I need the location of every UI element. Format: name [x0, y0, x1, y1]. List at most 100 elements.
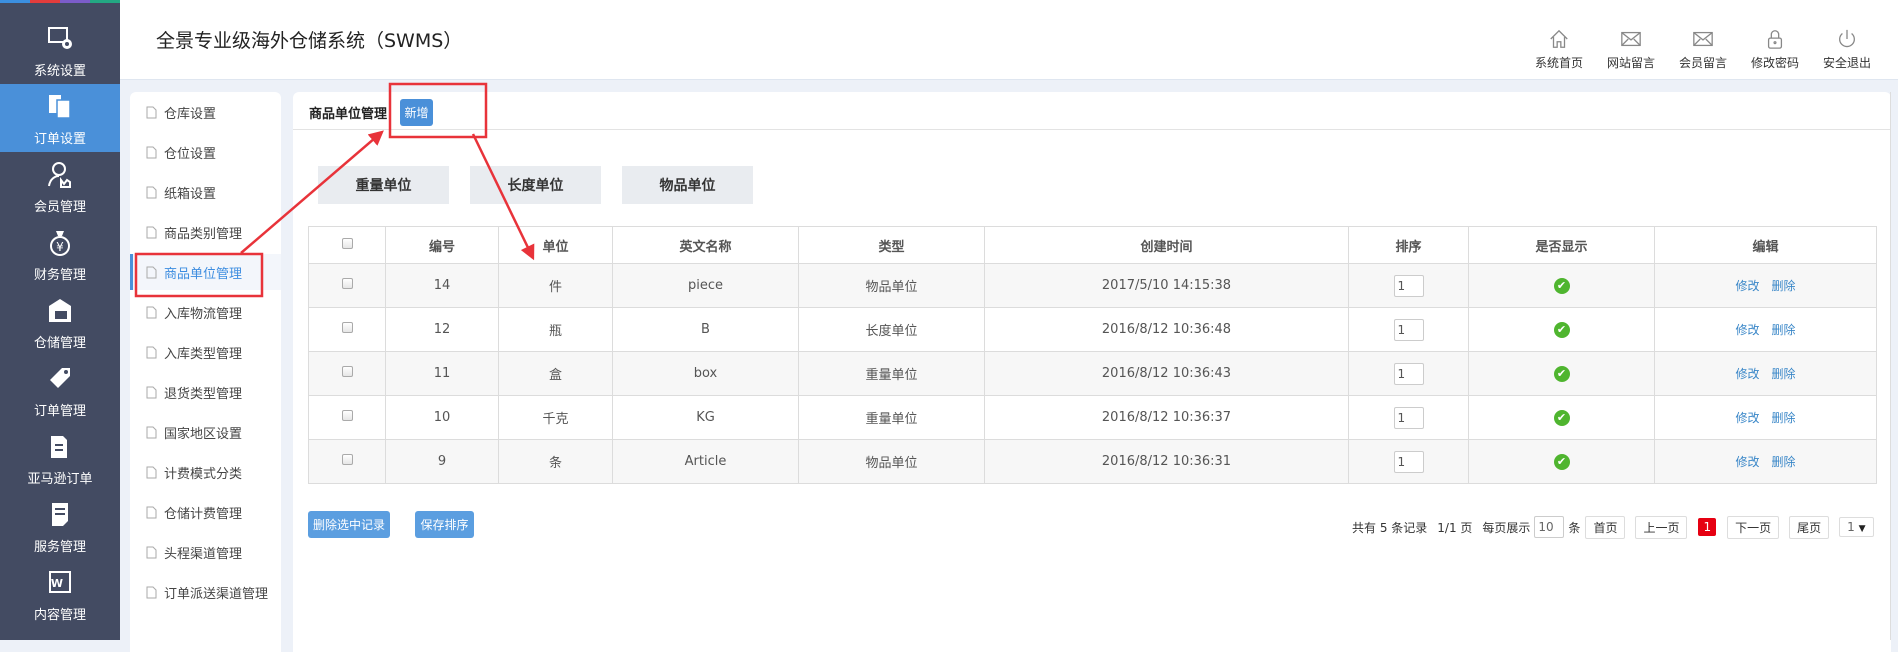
sort-input[interactable]: 1	[1393, 362, 1424, 385]
delete-selected-button[interactable]: 删除选中记录	[308, 511, 390, 538]
submenu-item[interactable]: 国家地区设置	[130, 414, 281, 450]
edit-link[interactable]: 修改	[1735, 323, 1759, 337]
money-bag-icon: ¥	[50, 231, 70, 256]
file-icon	[146, 426, 157, 438]
delete-link[interactable]: 删除	[1772, 455, 1796, 469]
row-checkbox[interactable]	[341, 454, 353, 465]
submenu-item[interactable]: 仓库设置	[130, 94, 281, 130]
check-circle-icon[interactable]: ✔	[1553, 277, 1570, 294]
cell-type: 物品单位	[798, 439, 985, 484]
toolbar-button[interactable]: 网站留言	[1598, 28, 1664, 71]
submenu-item-label: 计费模式分类	[164, 466, 243, 482]
sidebar-item-label: 订单管理	[33, 404, 86, 419]
first-page-button[interactable]: 首页	[1585, 515, 1626, 539]
current-page[interactable]: 1	[1698, 518, 1717, 536]
select-all-checkbox[interactable]	[341, 237, 353, 249]
table-row: 14 件 piece 物品单位 2017/5/10 14:15:38 1 ✔ 修改 删除	[308, 263, 1877, 308]
sidebar-item[interactable]: 会员管理	[0, 152, 120, 220]
sidebar-item[interactable]: 系统设置	[0, 16, 120, 84]
check-circle-icon[interactable]: ✔	[1553, 365, 1570, 382]
home-icon	[1550, 29, 1568, 48]
sidebar-item[interactable]: 亚马逊订单	[0, 424, 120, 492]
documents-icon	[49, 95, 71, 119]
submenu-item-label: 入库物流管理	[164, 306, 243, 322]
file-icon	[146, 226, 157, 238]
sidebar-item[interactable]: 服务管理	[0, 492, 120, 560]
sidebar-item[interactable]: ¥ 财务管理	[0, 220, 120, 288]
edit-link[interactable]: 修改	[1735, 367, 1759, 381]
chevron-down-icon: ▼	[1858, 524, 1866, 534]
col-header: 英文名称	[612, 226, 799, 264]
cell-unit: 千克	[498, 395, 613, 440]
toolbar-label: 修改密码	[1750, 56, 1799, 70]
user-icon	[48, 162, 71, 188]
file-icon	[146, 546, 157, 558]
delete-link[interactable]: 删除	[1772, 367, 1796, 381]
row-checkbox[interactable]	[341, 322, 353, 333]
edit-link[interactable]: 修改	[1735, 455, 1759, 469]
submenu-item[interactable]: 计费模式分类	[130, 454, 281, 490]
per-page-unit: 条	[1568, 520, 1581, 535]
row-checkbox[interactable]	[341, 366, 353, 377]
next-page-button[interactable]: 下一页	[1727, 515, 1780, 539]
prev-page-button[interactable]: 上一页	[1635, 515, 1688, 539]
sidebar-item[interactable]: 仓储管理	[0, 288, 120, 356]
delete-link[interactable]: 删除	[1772, 323, 1796, 337]
col-header: 排序	[1348, 226, 1469, 264]
page-select[interactable]: 1 ▼	[1839, 517, 1874, 537]
submenu-item-label: 入库类型管理	[164, 346, 243, 362]
file-icon	[146, 586, 157, 598]
check-circle-icon[interactable]: ✔	[1553, 321, 1570, 338]
file-icon	[146, 346, 157, 358]
cell-type: 重量单位	[798, 395, 985, 440]
sidebar-item[interactable]: 订单管理	[0, 356, 120, 424]
row-checkbox[interactable]	[341, 410, 353, 421]
submenu-item-label: 仓位设置	[164, 146, 217, 162]
submenu-item[interactable]: 商品单位管理	[130, 254, 281, 290]
sidebar-item[interactable]: W 内容管理	[0, 560, 120, 628]
sidebar-item-label: 会员管理	[33, 200, 86, 215]
submenu-item[interactable]: 退货类型管理	[130, 374, 281, 410]
row-checkbox[interactable]	[341, 278, 353, 289]
submenu-item[interactable]: 订单派送渠道管理	[130, 574, 281, 610]
cell-id: 12	[385, 307, 499, 352]
delete-link[interactable]: 删除	[1772, 411, 1796, 425]
toolbar-button[interactable]: 修改密码	[1742, 28, 1808, 71]
tab-length-unit[interactable]: 长度单位	[470, 166, 601, 204]
file-icon	[146, 106, 157, 118]
submenu-item[interactable]: 入库类型管理	[130, 334, 281, 370]
submenu-item[interactable]: 入库物流管理	[130, 294, 281, 330]
cell-unit: 盒	[498, 351, 613, 396]
submenu-item[interactable]: 仓储计费管理	[130, 494, 281, 530]
cell-id: 9	[385, 439, 499, 484]
submenu-item[interactable]: 纸箱设置	[130, 174, 281, 210]
toolbar-button[interactable]: 安全退出	[1814, 28, 1880, 71]
sort-input[interactable]: 1	[1393, 450, 1424, 473]
table-row: 9 条 Article 物品单位 2016/8/12 10:36:31 1 ✔ 修改 删除	[308, 439, 1877, 484]
toolbar-button[interactable]: 会员留言	[1670, 28, 1736, 71]
sort-input[interactable]: 1	[1393, 318, 1424, 341]
delete-link[interactable]: 删除	[1772, 279, 1796, 293]
toolbar-button[interactable]: 系统首页	[1526, 28, 1592, 71]
sort-input[interactable]: 1	[1393, 274, 1424, 297]
edit-link[interactable]: 修改	[1735, 279, 1759, 293]
last-page-button[interactable]: 尾页	[1789, 515, 1830, 539]
tab-weight-unit[interactable]: 重量单位	[318, 166, 449, 204]
submenu-item[interactable]: 商品类别管理	[130, 214, 281, 250]
add-button[interactable]: 新增	[400, 99, 433, 126]
scrollbar[interactable]	[1890, 92, 1891, 640]
save-sort-button[interactable]: 保存排序	[415, 511, 474, 538]
total-records: 共有 5 条记录	[1352, 520, 1428, 535]
cell-english-name: KG	[612, 395, 799, 440]
sidebar-item[interactable]: 订单设置	[0, 84, 120, 152]
submenu-item[interactable]: 仓位设置	[130, 134, 281, 170]
tab-item-unit[interactable]: 物品单位	[622, 166, 753, 204]
sort-input[interactable]: 1	[1393, 406, 1424, 429]
check-circle-icon[interactable]: ✔	[1553, 453, 1570, 470]
check-circle-icon[interactable]: ✔	[1553, 409, 1570, 426]
edit-link[interactable]: 修改	[1735, 411, 1759, 425]
per-page-input[interactable]: 10	[1534, 516, 1565, 538]
file-icon	[146, 466, 157, 478]
submenu-item[interactable]: 头程渠道管理	[130, 534, 281, 570]
cell-unit: 瓶	[498, 307, 613, 352]
